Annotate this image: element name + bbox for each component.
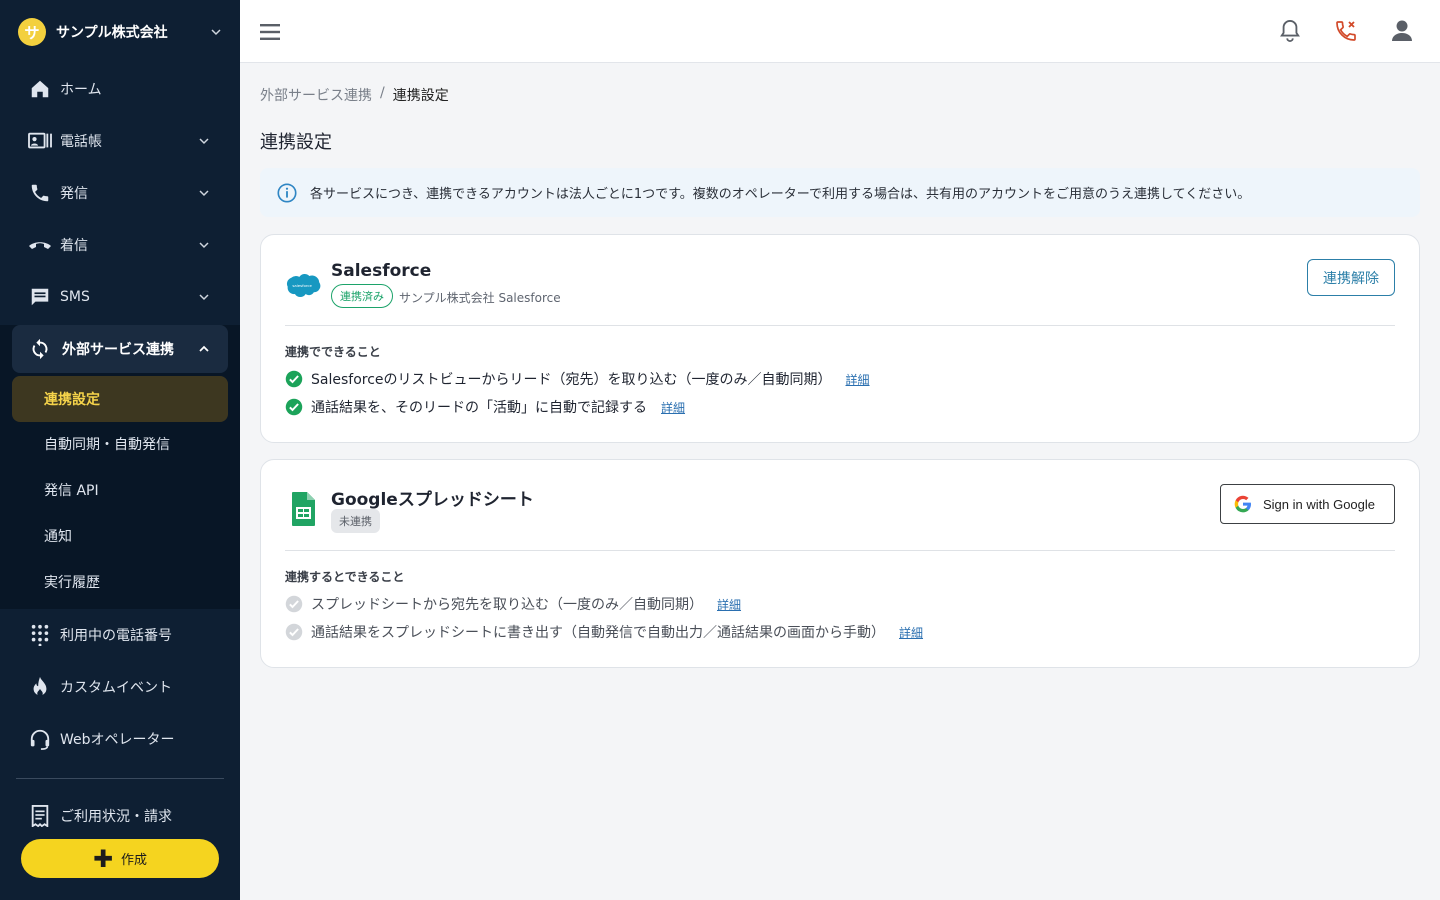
create-button-label: 作成 — [121, 853, 148, 868]
sidebar-item-outgoing[interactable]: 発信 — [16, 171, 224, 215]
disconnect-button[interactable]: 連携解除 — [1307, 259, 1395, 296]
incoming-call-icon — [28, 233, 52, 257]
sidebar-item-label: SMS — [60, 289, 90, 305]
sidebar-item-web-operator[interactable]: Webオペレーター — [16, 717, 224, 761]
salesforce-logo-text: salesforce — [292, 283, 312, 288]
sidebar-divider — [16, 778, 224, 779]
google-sign-in-label: Sign in with Google — [1263, 496, 1376, 512]
google-sheets-card: Googleスプレッドシート 未連携 Sign in with Google 連… — [260, 459, 1420, 668]
sidebar-item-label: ご利用状況・請求 — [60, 809, 172, 825]
sidebar-item-contacts[interactable]: 電話帳 — [16, 119, 224, 163]
missed-call-icon[interactable] — [1333, 18, 1359, 44]
salesforce-card: salesforce Salesforce 連携済み サンプル株式会社 Sale… — [260, 234, 1420, 443]
phone-icon — [28, 181, 52, 205]
google-g-icon — [1234, 495, 1251, 513]
google-sign-in-button[interactable]: Sign in with Google — [1220, 484, 1395, 524]
contacts-icon — [28, 129, 52, 153]
check-circle-icon — [285, 370, 303, 388]
section-title: 連携でできること — [285, 345, 381, 359]
subitem-auto-sync[interactable]: 自動同期・自動発信 — [12, 422, 228, 466]
info-banner: 各サービスにつき、連携できるアカウントは法人ごとに1つです。複数のオペレーターで… — [260, 168, 1420, 217]
bell-icon[interactable] — [1277, 18, 1303, 44]
sync-icon — [28, 337, 52, 361]
sidebar-item-custom-event[interactable]: カスタムイベント — [16, 665, 224, 709]
page-title: 連携設定 — [260, 132, 332, 153]
sidebar-item-label: カスタムイベント — [60, 680, 172, 696]
home-icon — [28, 77, 52, 101]
card-divider — [285, 550, 1395, 551]
breadcrumb-current: 連携設定 — [392, 88, 449, 104]
status-badge: 連携済み — [331, 284, 393, 308]
chevron-down-icon — [199, 190, 209, 197]
company-logo: サ — [18, 18, 46, 46]
company-name: サンプル株式会社 — [56, 25, 168, 41]
status-badge: 未連携 — [331, 509, 380, 533]
subitem-notifications[interactable]: 通知 — [12, 514, 228, 558]
receipt-icon — [28, 804, 52, 828]
check-circle-icon — [285, 398, 303, 416]
chevron-down-icon — [199, 294, 209, 301]
dialpad-icon — [28, 623, 52, 647]
detail-link[interactable]: 詳細 — [899, 624, 923, 641]
feature-item: 通話結果をスプレッドシートに書き出す（自動発信で自動出力／通話結果の画面から手動… — [285, 622, 923, 642]
section-title: 連携するとできること — [285, 570, 405, 584]
google-sheets-icon — [292, 492, 315, 526]
flame-icon — [28, 675, 52, 699]
sidebar-item-sms[interactable]: SMS — [16, 275, 224, 319]
user-icon[interactable] — [1389, 18, 1415, 44]
sidebar-item-label: 電話帳 — [60, 134, 102, 150]
chevron-up-icon — [199, 345, 209, 352]
breadcrumb: 外部サービス連携 / 連携設定 — [260, 85, 449, 105]
feature-text: 通話結果をスプレッドシートに書き出す（自動発信で自動出力／通話結果の画面から手動… — [311, 625, 885, 641]
sidebar-item-label: 発信 — [60, 186, 88, 202]
detail-link[interactable]: 詳細 — [846, 371, 870, 388]
feature-text: スプレッドシートから宛先を取り込む（一度のみ／自動同期） — [311, 597, 703, 613]
feature-item: Salesforceのリストビューからリード（宛先）を取り込む（一度のみ／自動同… — [285, 369, 870, 389]
menu-icon[interactable] — [258, 20, 282, 44]
chevron-down-icon — [199, 138, 209, 145]
sidebar-item-incoming[interactable]: 着信 — [16, 223, 224, 267]
sidebar-item-label: ホーム — [60, 82, 102, 98]
card-divider — [285, 325, 1395, 326]
plus-icon: ✚ — [92, 844, 114, 873]
service-name: Googleスプレッドシート — [331, 490, 534, 510]
sidebar-item-label: 外部サービス連携 — [62, 342, 174, 358]
info-icon — [277, 182, 297, 203]
sidebar: サ サンプル株式会社 ホーム 電話帳 発信 着信 SMS 外部サービス連携 連携… — [0, 0, 240, 900]
feature-item: スプレッドシートから宛先を取り込む（一度のみ／自動同期） 詳細 — [285, 594, 741, 614]
service-name: Salesforce — [331, 261, 432, 281]
topbar — [240, 0, 1440, 63]
sidebar-item-phone-numbers[interactable]: 利用中の電話番号 — [16, 613, 224, 657]
subitem-call-api[interactable]: 発信 API — [12, 468, 228, 512]
detail-link[interactable]: 詳細 — [661, 399, 685, 416]
chevron-down-icon — [199, 242, 209, 249]
feature-text: 通話結果を、そのリードの「活動」に自動で記録する — [311, 400, 647, 416]
info-text: 各サービスにつき、連携できるアカウントは法人ごとに1つです。複数のオペレーターで… — [310, 187, 1251, 202]
sidebar-item-label: Webオペレーター — [60, 732, 175, 748]
feature-text: Salesforceのリストビューからリード（宛先）を取り込む（一度のみ／自動同… — [311, 372, 832, 388]
sidebar-item-integrations[interactable]: 外部サービス連携 — [12, 325, 228, 373]
sidebar-item-label: 着信 — [60, 238, 88, 254]
create-button[interactable]: ✚ 作成 — [21, 839, 219, 878]
chevron-down-icon — [211, 29, 221, 36]
account-name: サンプル株式会社 Salesforce — [399, 291, 561, 305]
subitem-integration-settings[interactable]: 連携設定 — [12, 376, 228, 422]
check-circle-icon — [285, 595, 303, 613]
breadcrumb-separator: / — [380, 85, 385, 101]
sidebar-item-home[interactable]: ホーム — [16, 67, 224, 111]
company-switcher[interactable]: サ サンプル株式会社 — [18, 18, 224, 46]
sidebar-item-label: 利用中の電話番号 — [60, 628, 172, 644]
salesforce-logo: salesforce — [286, 274, 321, 298]
sidebar-item-billing[interactable]: ご利用状況・請求 — [16, 794, 224, 838]
detail-link[interactable]: 詳細 — [717, 596, 741, 613]
check-circle-icon — [285, 623, 303, 641]
breadcrumb-parent[interactable]: 外部サービス連携 — [260, 85, 372, 105]
subitem-history[interactable]: 実行履歴 — [12, 560, 228, 604]
feature-item: 通話結果を、そのリードの「活動」に自動で記録する 詳細 — [285, 397, 685, 417]
headset-icon — [28, 727, 52, 751]
message-icon — [28, 285, 52, 309]
